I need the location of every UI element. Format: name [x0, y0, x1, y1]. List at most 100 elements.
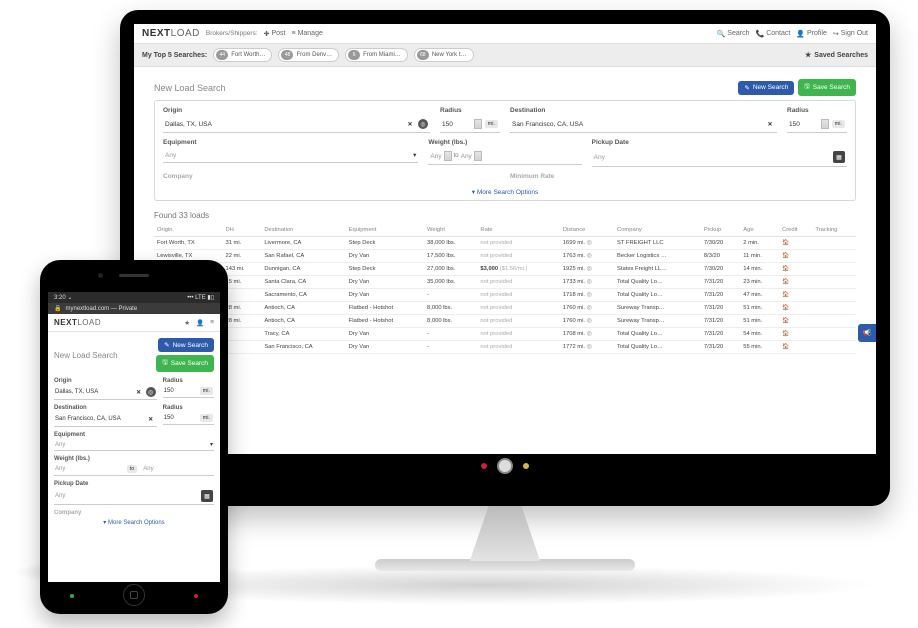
column-header[interactable]: Rate — [477, 224, 559, 237]
dest-radius-input[interactable]: 150 mi. — [787, 116, 847, 133]
clear-icon[interactable]: ✕ — [405, 119, 415, 129]
more-options-toggle[interactable]: ▾ More Search Options — [163, 186, 847, 198]
destination-input[interactable]: San Francisco, CA, USA ✕ — [510, 116, 777, 133]
table-row[interactable]: Fort Worth, TX31 mi.Livermore, CAStep De… — [154, 237, 856, 250]
brand-next: NEXT — [54, 318, 77, 327]
stepper-icon[interactable] — [821, 119, 829, 129]
column-header[interactable]: Distance — [560, 224, 614, 237]
stepper-icon[interactable] — [474, 151, 482, 161]
column-header[interactable]: Age — [740, 224, 779, 237]
saved-searches-link[interactable]: ★ Saved Searches — [805, 51, 868, 59]
table-row[interactable]: Royse City, TX28 mi.Antioch, CAFlatbed -… — [154, 302, 856, 315]
stepper-icon[interactable] — [444, 151, 452, 161]
dest-radius-input[interactable]: 150 mi. — [163, 412, 214, 425]
save-search-button[interactable]: 🖫 Save Search — [156, 355, 214, 372]
column-header[interactable]: Credit — [779, 224, 812, 237]
table-row[interactable]: Dallas, TX-San Francisco, CADry Van-not … — [154, 341, 856, 354]
table-row[interactable]: Royse City, TX28 mi.Antioch, CAFlatbed -… — [154, 315, 856, 328]
profile-link[interactable]: 👤 Profile — [796, 30, 827, 38]
equipment-value: Any — [55, 442, 208, 448]
new-search-label: New Search — [753, 84, 788, 91]
menu-icon[interactable]: ≡ — [210, 319, 214, 327]
radius-unit: mi. — [200, 414, 213, 422]
radius-value: 150 — [789, 121, 818, 128]
to-label: to — [127, 465, 138, 473]
manage-link[interactable]: ≡ Manage — [291, 30, 322, 37]
calendar-icon[interactable]: ▦ — [833, 151, 845, 163]
equipment-label: Equipment — [163, 139, 418, 146]
calendar-icon[interactable]: ▦ — [201, 490, 213, 502]
url-bar[interactable]: 🔒 mynextload.com — Private — [48, 303, 220, 314]
profile-label: Profile — [807, 30, 827, 37]
column-header[interactable]: DH — [223, 224, 262, 237]
top5-item[interactable]: 44Fort Worth… — [213, 48, 272, 62]
post-label: Post — [271, 30, 285, 37]
origin-radius-input[interactable]: 150 mi. — [440, 116, 500, 133]
destination-input[interactable]: San Francisco, CA, USA ✕ — [54, 412, 157, 427]
weight-range[interactable]: Any to Any — [54, 463, 214, 476]
company-label: Company — [54, 510, 214, 516]
locate-icon[interactable]: ◎ — [418, 119, 428, 129]
column-header[interactable]: Equipment — [346, 224, 424, 237]
new-search-button[interactable]: ✎ New Search — [738, 81, 794, 95]
clear-icon[interactable]: ✕ — [134, 387, 144, 397]
post-link[interactable]: ✚ Post — [264, 30, 286, 38]
radius-label: Radius — [163, 378, 214, 384]
company-label: Company — [163, 173, 500, 180]
home-button[interactable] — [123, 584, 145, 606]
table-row[interactable]: Carrollton, TX15 mi.Santa Clara, CADry V… — [154, 276, 856, 289]
origin-input[interactable]: Dallas, TX, USA ✕ ◎ — [163, 116, 430, 133]
stepper-icon[interactable] — [474, 119, 482, 129]
pickup-date-input[interactable]: Any ▦ — [54, 488, 214, 505]
new-search-button[interactable]: ✎ New Search — [158, 338, 214, 352]
more-options-toggle[interactable]: ▾ More Search Options — [54, 516, 214, 529]
brand-next: NEXT — [142, 28, 171, 39]
column-header[interactable]: Destination — [261, 224, 345, 237]
signout-link[interactable]: ↪ Sign Out — [833, 30, 868, 38]
top5-count: 44 — [216, 50, 228, 60]
equipment-select[interactable]: Any ▾ — [163, 148, 418, 163]
origin-radius-input[interactable]: 150 mi. — [163, 385, 214, 398]
table-row[interactable]: Lewisville, TX22 mi.San Rafael, CADry Va… — [154, 250, 856, 263]
column-header[interactable]: Tracking — [812, 224, 856, 237]
new-search-label: New Search — [173, 342, 208, 349]
feedback-button[interactable]: 📢 — [858, 324, 876, 342]
app-header: NEXTLOAD Brokers/Shippers: ✚ Post ≡ Mana… — [134, 24, 876, 44]
origin-input[interactable]: Dallas, TX, USA ✕ ◎ — [54, 385, 157, 400]
minrate-label: Minimum Rate — [510, 173, 847, 180]
locate-icon[interactable]: ◎ — [146, 387, 156, 397]
megaphone-icon: 📢 — [863, 329, 872, 337]
column-header[interactable]: Company — [614, 224, 701, 237]
column-header[interactable]: Origin — [154, 224, 223, 237]
save-search-label: Save Search — [813, 84, 850, 91]
pickup-date-input[interactable]: Any ▦ — [592, 148, 847, 167]
table-row[interactable]: Marshall, TX143 mi.Dunnigan, CAStep Deck… — [154, 263, 856, 276]
top5-item[interactable]: 48From Denv… — [278, 48, 339, 62]
save-search-button[interactable]: 🖫 Save Search — [798, 79, 856, 96]
table-row[interactable]: Dallas, TX-Sacramento, CADry Van-not pro… — [154, 289, 856, 302]
desktop-app: NEXTLOAD Brokers/Shippers: ✚ Post ≡ Mana… — [134, 24, 876, 454]
signout-label: Sign Out — [841, 30, 868, 37]
contact-link[interactable]: 📞 Contact — [755, 30, 790, 38]
weight-range[interactable]: Any to Any — [428, 148, 581, 165]
monitor-bezel: NEXTLOAD Brokers/Shippers: ✚ Post ≡ Mana… — [120, 10, 890, 506]
user-icon[interactable]: 👤 — [196, 319, 204, 327]
clear-icon[interactable]: ✕ — [765, 119, 775, 129]
clear-icon[interactable]: ✕ — [146, 414, 156, 424]
top5-item[interactable]: 6From Miami… — [345, 48, 408, 62]
equipment-select[interactable]: Any ▾ — [54, 439, 214, 451]
pickup-value: Any — [55, 493, 199, 499]
weight-to: Any — [461, 153, 472, 160]
table-row[interactable]: Dallas, TX-Tracy, CADry Van-not provided… — [154, 328, 856, 341]
column-header[interactable]: Weight — [424, 224, 477, 237]
search-link[interactable]: 🔍 Search — [717, 30, 750, 38]
destination-label: Destination — [510, 107, 777, 114]
top5-label: My Top 5 Searches: — [142, 52, 207, 59]
radius-unit: mi. — [485, 120, 498, 128]
radius-label: Radius — [163, 405, 214, 411]
chevron-down-icon: ▾ — [210, 441, 213, 448]
star-icon[interactable]: ★ — [184, 319, 190, 327]
top5-item[interactable]: 68New York t… — [414, 48, 474, 62]
saved-searches-label: Saved Searches — [814, 52, 868, 59]
column-header[interactable]: Pickup — [701, 224, 740, 237]
